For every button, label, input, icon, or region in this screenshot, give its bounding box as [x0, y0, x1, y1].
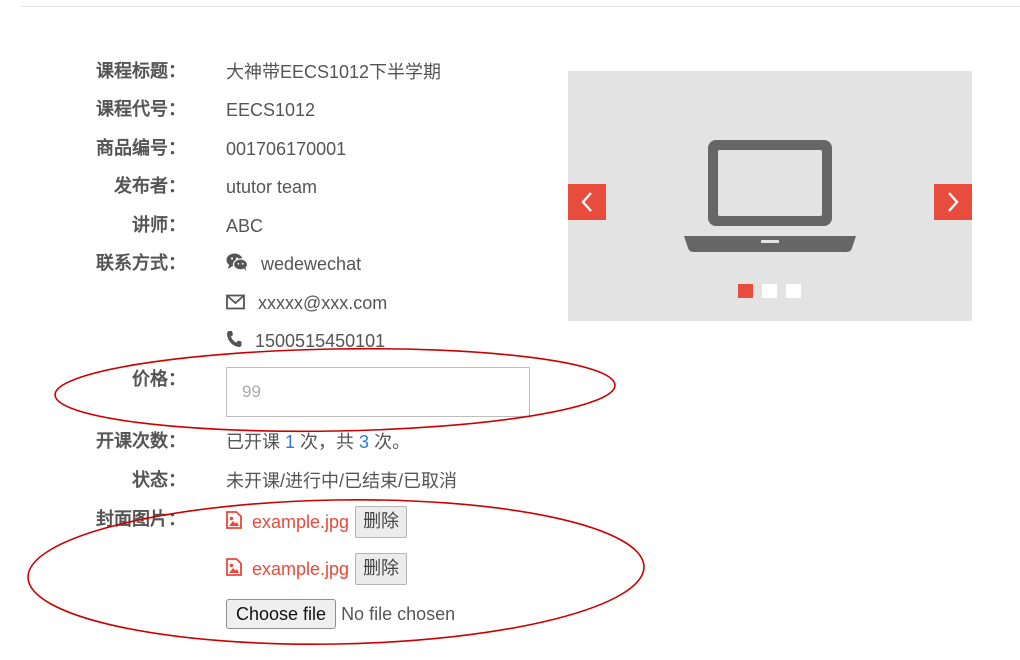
- file-chooser: Choose file No file chosen: [226, 599, 455, 629]
- lecturer-value: ABC: [226, 216, 264, 236]
- cover-file-link[interactable]: example.jpg: [252, 512, 349, 533]
- image-file-icon: [226, 510, 242, 534]
- sessions-value: 已开课 1 次，共 3 次。: [226, 430, 410, 454]
- no-file-chosen-text: No file chosen: [341, 603, 456, 624]
- product-no-value: 001706170001: [226, 139, 347, 159]
- sessions-label: 开课次数：: [96, 431, 186, 452]
- status-label: 状态：: [132, 470, 186, 491]
- cover-file-row: example.jpg 删除: [226, 553, 408, 585]
- cover-file-link[interactable]: example.jpg: [252, 559, 349, 580]
- slide-dot-1[interactable]: [738, 284, 753, 298]
- phone-icon: [226, 330, 242, 354]
- image-carousel: [568, 71, 972, 321]
- course-title-value: 大神带EECS1012下半学期: [226, 62, 442, 82]
- top-divider: [20, 6, 1020, 7]
- next-slide-button[interactable]: [934, 184, 972, 220]
- prev-slide-button[interactable]: [568, 184, 606, 220]
- sessions-prefix: 已开课: [226, 432, 286, 452]
- slide-dot-3[interactable]: [786, 284, 801, 298]
- contact-label: 联系方式：: [96, 253, 186, 274]
- sessions-middle: 次，共: [295, 432, 360, 452]
- contact-email: xxxxx@xxx.com: [226, 291, 387, 316]
- lecturer-label: 讲师：: [132, 215, 186, 236]
- chevron-left-icon: [581, 192, 592, 212]
- sessions-suffix: 次。: [369, 432, 411, 452]
- contact-wechat: wedewechat: [226, 252, 361, 278]
- slide-indicators: [738, 284, 801, 298]
- delete-file-button[interactable]: 删除: [355, 553, 408, 585]
- chevron-right-icon: [948, 192, 959, 212]
- phone-number: 1500515450101: [255, 331, 386, 351]
- sessions-total-count: 3: [359, 432, 370, 452]
- publisher-value: ututor team: [226, 177, 318, 197]
- status-value: 未开课/进行中/已结束/已取消: [226, 471, 458, 491]
- cover-label: 封面图片：: [96, 509, 186, 530]
- contact-phone: 1500515450101: [226, 329, 385, 354]
- laptop-icon: [684, 138, 856, 259]
- sessions-done-count: 1: [285, 432, 296, 452]
- choose-file-button[interactable]: Choose file: [226, 599, 337, 629]
- title-label: 课程标题：: [96, 61, 186, 82]
- email-address: xxxxx@xxx.com: [258, 293, 388, 313]
- envelope-icon: [226, 292, 246, 316]
- wechat-icon: [226, 252, 249, 278]
- slide-dot-2[interactable]: [762, 284, 777, 298]
- price-label: 价格：: [132, 369, 186, 390]
- image-file-icon: [226, 557, 242, 581]
- price-input[interactable]: [226, 367, 530, 417]
- delete-file-button[interactable]: 删除: [355, 506, 408, 538]
- cover-file-row: example.jpg 删除: [226, 506, 408, 538]
- publisher-label: 发布者：: [114, 176, 186, 197]
- wechat-id: wedewechat: [261, 254, 362, 274]
- code-label: 课程代号：: [96, 99, 186, 120]
- product-no-label: 商品编号：: [96, 138, 186, 159]
- course-code-value: EECS1012: [226, 100, 316, 120]
